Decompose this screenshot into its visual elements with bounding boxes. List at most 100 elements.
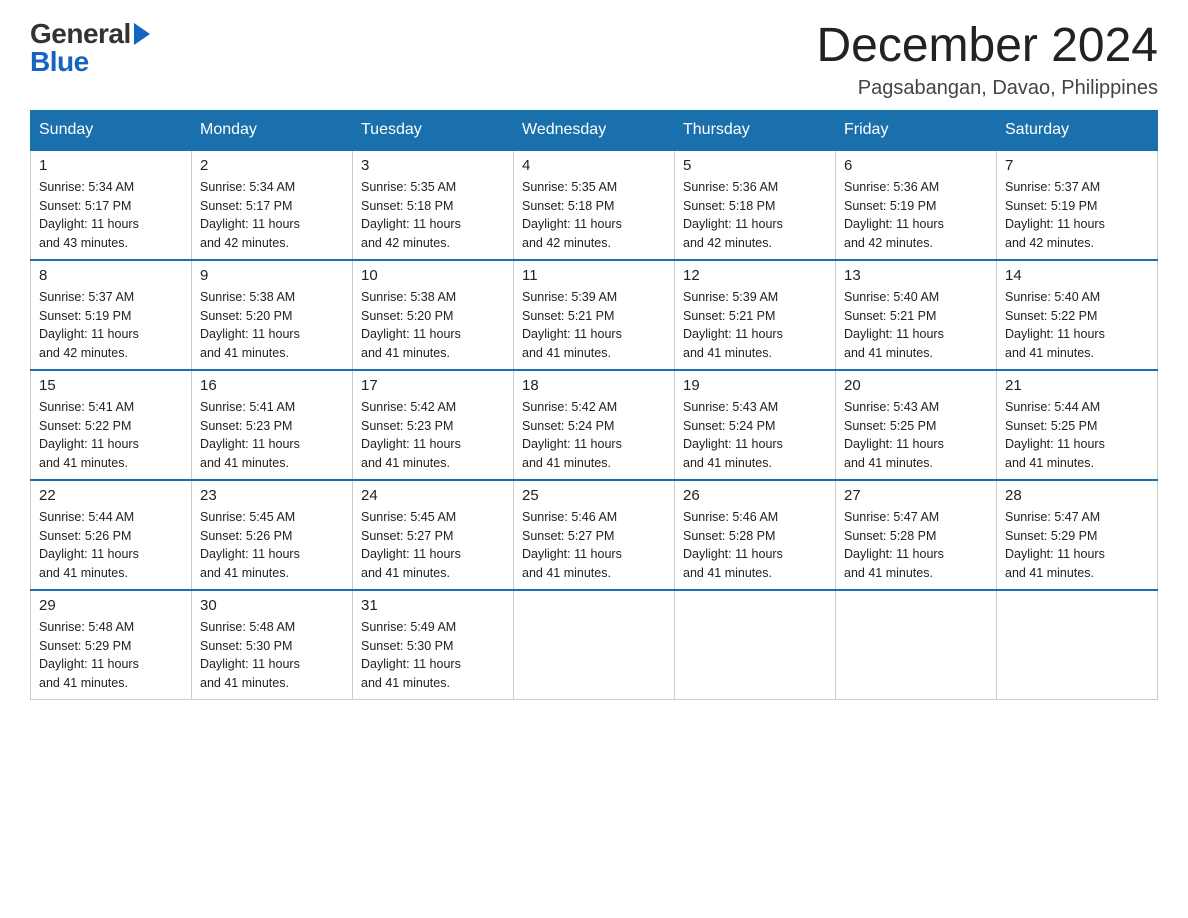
day-info: Sunrise: 5:44 AM Sunset: 5:25 PM Dayligh… (1005, 398, 1149, 473)
day-number: 12 (683, 267, 827, 284)
day-info: Sunrise: 5:48 AM Sunset: 5:29 PM Dayligh… (39, 618, 183, 693)
day-number: 21 (1005, 377, 1149, 394)
calendar-header-sunday: Sunday (31, 110, 192, 150)
calendar-cell (997, 590, 1158, 700)
day-info: Sunrise: 5:46 AM Sunset: 5:28 PM Dayligh… (683, 508, 827, 583)
calendar-cell: 5 Sunrise: 5:36 AM Sunset: 5:18 PM Dayli… (675, 150, 836, 260)
calendar-cell: 10 Sunrise: 5:38 AM Sunset: 5:20 PM Dayl… (353, 260, 514, 370)
day-info: Sunrise: 5:37 AM Sunset: 5:19 PM Dayligh… (1005, 178, 1149, 253)
day-info: Sunrise: 5:45 AM Sunset: 5:27 PM Dayligh… (361, 508, 505, 583)
day-number: 4 (522, 157, 666, 174)
calendar-cell: 27 Sunrise: 5:47 AM Sunset: 5:28 PM Dayl… (836, 480, 997, 590)
logo-general: General (30, 20, 131, 48)
calendar-week-row: 22 Sunrise: 5:44 AM Sunset: 5:26 PM Dayl… (31, 480, 1158, 590)
calendar-header-row: SundayMondayTuesdayWednesdayThursdayFrid… (31, 110, 1158, 150)
day-info: Sunrise: 5:38 AM Sunset: 5:20 PM Dayligh… (361, 288, 505, 363)
calendar-header-tuesday: Tuesday (353, 110, 514, 150)
day-number: 15 (39, 377, 183, 394)
day-info: Sunrise: 5:37 AM Sunset: 5:19 PM Dayligh… (39, 288, 183, 363)
day-number: 24 (361, 487, 505, 504)
day-number: 20 (844, 377, 988, 394)
calendar-cell: 25 Sunrise: 5:46 AM Sunset: 5:27 PM Dayl… (514, 480, 675, 590)
day-info: Sunrise: 5:43 AM Sunset: 5:24 PM Dayligh… (683, 398, 827, 473)
day-number: 2 (200, 157, 344, 174)
calendar-cell: 8 Sunrise: 5:37 AM Sunset: 5:19 PM Dayli… (31, 260, 192, 370)
day-number: 19 (683, 377, 827, 394)
location-title: Pagsabangan, Davao, Philippines (816, 77, 1158, 100)
calendar-week-row: 8 Sunrise: 5:37 AM Sunset: 5:19 PM Dayli… (31, 260, 1158, 370)
day-info: Sunrise: 5:41 AM Sunset: 5:23 PM Dayligh… (200, 398, 344, 473)
day-number: 18 (522, 377, 666, 394)
calendar-table: SundayMondayTuesdayWednesdayThursdayFrid… (30, 110, 1158, 700)
day-info: Sunrise: 5:35 AM Sunset: 5:18 PM Dayligh… (361, 178, 505, 253)
day-number: 9 (200, 267, 344, 284)
day-number: 25 (522, 487, 666, 504)
day-info: Sunrise: 5:39 AM Sunset: 5:21 PM Dayligh… (683, 288, 827, 363)
calendar-cell: 13 Sunrise: 5:40 AM Sunset: 5:21 PM Dayl… (836, 260, 997, 370)
day-number: 27 (844, 487, 988, 504)
day-number: 8 (39, 267, 183, 284)
calendar-week-row: 29 Sunrise: 5:48 AM Sunset: 5:29 PM Dayl… (31, 590, 1158, 700)
calendar-header-wednesday: Wednesday (514, 110, 675, 150)
day-info: Sunrise: 5:36 AM Sunset: 5:19 PM Dayligh… (844, 178, 988, 253)
calendar-cell: 20 Sunrise: 5:43 AM Sunset: 5:25 PM Dayl… (836, 370, 997, 480)
day-info: Sunrise: 5:46 AM Sunset: 5:27 PM Dayligh… (522, 508, 666, 583)
calendar-cell: 12 Sunrise: 5:39 AM Sunset: 5:21 PM Dayl… (675, 260, 836, 370)
day-number: 17 (361, 377, 505, 394)
day-number: 30 (200, 597, 344, 614)
day-info: Sunrise: 5:34 AM Sunset: 5:17 PM Dayligh… (39, 178, 183, 253)
day-number: 10 (361, 267, 505, 284)
day-info: Sunrise: 5:39 AM Sunset: 5:21 PM Dayligh… (522, 288, 666, 363)
day-info: Sunrise: 5:40 AM Sunset: 5:22 PM Dayligh… (1005, 288, 1149, 363)
calendar-cell: 17 Sunrise: 5:42 AM Sunset: 5:23 PM Dayl… (353, 370, 514, 480)
calendar-cell: 14 Sunrise: 5:40 AM Sunset: 5:22 PM Dayl… (997, 260, 1158, 370)
logo-triangle-icon (131, 23, 150, 45)
day-number: 26 (683, 487, 827, 504)
calendar-week-row: 15 Sunrise: 5:41 AM Sunset: 5:22 PM Dayl… (31, 370, 1158, 480)
calendar-cell: 15 Sunrise: 5:41 AM Sunset: 5:22 PM Dayl… (31, 370, 192, 480)
calendar-cell: 21 Sunrise: 5:44 AM Sunset: 5:25 PM Dayl… (997, 370, 1158, 480)
calendar-cell: 26 Sunrise: 5:46 AM Sunset: 5:28 PM Dayl… (675, 480, 836, 590)
calendar-cell: 31 Sunrise: 5:49 AM Sunset: 5:30 PM Dayl… (353, 590, 514, 700)
calendar-header-thursday: Thursday (675, 110, 836, 150)
calendar-cell: 19 Sunrise: 5:43 AM Sunset: 5:24 PM Dayl… (675, 370, 836, 480)
day-number: 16 (200, 377, 344, 394)
day-number: 23 (200, 487, 344, 504)
day-number: 14 (1005, 267, 1149, 284)
day-info: Sunrise: 5:35 AM Sunset: 5:18 PM Dayligh… (522, 178, 666, 253)
day-number: 13 (844, 267, 988, 284)
calendar-cell: 7 Sunrise: 5:37 AM Sunset: 5:19 PM Dayli… (997, 150, 1158, 260)
calendar-cell: 4 Sunrise: 5:35 AM Sunset: 5:18 PM Dayli… (514, 150, 675, 260)
page-header: General Blue December 2024 Pagsabangan, … (30, 20, 1158, 100)
logo: General Blue (30, 20, 150, 76)
calendar-header-friday: Friday (836, 110, 997, 150)
calendar-cell: 22 Sunrise: 5:44 AM Sunset: 5:26 PM Dayl… (31, 480, 192, 590)
calendar-cell: 30 Sunrise: 5:48 AM Sunset: 5:30 PM Dayl… (192, 590, 353, 700)
calendar-cell: 28 Sunrise: 5:47 AM Sunset: 5:29 PM Dayl… (997, 480, 1158, 590)
calendar-cell: 18 Sunrise: 5:42 AM Sunset: 5:24 PM Dayl… (514, 370, 675, 480)
day-number: 1 (39, 157, 183, 174)
calendar-cell: 3 Sunrise: 5:35 AM Sunset: 5:18 PM Dayli… (353, 150, 514, 260)
day-number: 3 (361, 157, 505, 174)
day-info: Sunrise: 5:47 AM Sunset: 5:29 PM Dayligh… (1005, 508, 1149, 583)
day-info: Sunrise: 5:47 AM Sunset: 5:28 PM Dayligh… (844, 508, 988, 583)
calendar-cell: 9 Sunrise: 5:38 AM Sunset: 5:20 PM Dayli… (192, 260, 353, 370)
calendar-header-saturday: Saturday (997, 110, 1158, 150)
day-info: Sunrise: 5:44 AM Sunset: 5:26 PM Dayligh… (39, 508, 183, 583)
calendar-cell: 6 Sunrise: 5:36 AM Sunset: 5:19 PM Dayli… (836, 150, 997, 260)
day-info: Sunrise: 5:48 AM Sunset: 5:30 PM Dayligh… (200, 618, 344, 693)
calendar-cell: 1 Sunrise: 5:34 AM Sunset: 5:17 PM Dayli… (31, 150, 192, 260)
calendar-cell (836, 590, 997, 700)
day-info: Sunrise: 5:49 AM Sunset: 5:30 PM Dayligh… (361, 618, 505, 693)
day-info: Sunrise: 5:38 AM Sunset: 5:20 PM Dayligh… (200, 288, 344, 363)
month-title: December 2024 (816, 20, 1158, 73)
day-number: 22 (39, 487, 183, 504)
day-info: Sunrise: 5:45 AM Sunset: 5:26 PM Dayligh… (200, 508, 344, 583)
day-number: 28 (1005, 487, 1149, 504)
calendar-cell: 2 Sunrise: 5:34 AM Sunset: 5:17 PM Dayli… (192, 150, 353, 260)
day-info: Sunrise: 5:40 AM Sunset: 5:21 PM Dayligh… (844, 288, 988, 363)
day-number: 29 (39, 597, 183, 614)
calendar-cell: 29 Sunrise: 5:48 AM Sunset: 5:29 PM Dayl… (31, 590, 192, 700)
calendar-cell (514, 590, 675, 700)
day-info: Sunrise: 5:42 AM Sunset: 5:23 PM Dayligh… (361, 398, 505, 473)
